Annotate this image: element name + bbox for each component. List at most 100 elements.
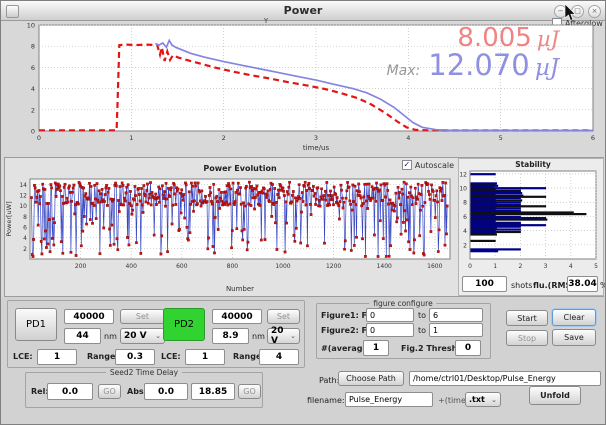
svg-text:10: 10: [19, 203, 27, 210]
rel-go-label: GO: [103, 387, 116, 396]
autoscale-checkbox[interactable]: ✓ Autoscale: [402, 160, 454, 170]
svg-text:200: 200: [75, 263, 87, 270]
path-input[interactable]: [409, 371, 601, 386]
figure2-to-label: to: [418, 326, 426, 335]
energy-readout: 8.005 µJ Max:12.070 µJ: [387, 25, 559, 80]
shots-label: shots: [511, 281, 532, 290]
svg-text:14: 14: [19, 182, 27, 189]
unfold-button[interactable]: Unfold: [529, 386, 581, 405]
pd2-range-input[interactable]: [259, 349, 299, 365]
checkbox-check-icon: ✓: [402, 160, 412, 170]
pd1-nm-label: nm: [104, 332, 117, 341]
pd1-wl-input[interactable]: [64, 328, 101, 344]
pd1-lce-input[interactable]: [37, 349, 77, 365]
figure1-from-input[interactable]: [366, 308, 414, 322]
svg-text:12: 12: [19, 193, 27, 200]
svg-text:12: 12: [459, 171, 467, 178]
abs-go-button[interactable]: GO: [238, 384, 261, 399]
abs-go-label: GO: [243, 387, 256, 396]
svg-text:6: 6: [463, 214, 467, 221]
svg-text:3: 3: [544, 263, 548, 270]
svg-text:8: 8: [463, 200, 467, 207]
svg-text:Power[uW]: Power[uW]: [5, 201, 13, 236]
pd2-lce-input[interactable]: [185, 349, 225, 365]
pd2-freq-input[interactable]: [212, 309, 262, 324]
pd2-button[interactable]: PD2: [163, 308, 205, 341]
max-label: Max:: [387, 63, 421, 79]
window-title: Power: [284, 4, 323, 17]
stability-chart-svg: Stability24681012012345: [457, 159, 606, 274]
path-label: Path:: [319, 376, 339, 385]
clear-button[interactable]: Clear: [552, 309, 596, 326]
pd2-voltage-dropdown[interactable]: 20 V ⌄: [267, 328, 300, 344]
save-button[interactable]: Save: [552, 329, 596, 346]
svg-text:6: 6: [23, 225, 27, 232]
choose-path-label: Choose Path: [346, 374, 396, 383]
abs-delay-input[interactable]: [144, 383, 188, 400]
pd1-button[interactable]: PD1: [15, 308, 57, 341]
svg-text:4: 4: [463, 228, 467, 235]
start-button[interactable]: Start: [506, 310, 548, 326]
stop-button[interactable]: Stop: [506, 330, 548, 346]
rel-go-button[interactable]: GO: [98, 384, 121, 399]
stop-label: Stop: [518, 334, 536, 343]
pd1-voltage-dropdown[interactable]: 20 V ⌄: [120, 328, 165, 344]
svg-text:600: 600: [176, 263, 188, 270]
power-evolution-svg: Power EvolutionPower[uW]Number2468101214…: [3, 159, 457, 297]
svg-text:4: 4: [23, 235, 27, 242]
svg-text:2: 2: [222, 134, 226, 142]
svg-text:1600: 1600: [427, 263, 442, 270]
svg-text:8: 8: [31, 43, 35, 51]
power-window: Power − □ × Afterglow Y02468100123456tim…: [0, 0, 606, 425]
svg-text:8: 8: [23, 214, 27, 221]
svg-text:800: 800: [227, 263, 239, 270]
extension-value: .txt: [469, 395, 485, 404]
figure1-to-input[interactable]: [429, 308, 483, 322]
pd1-range-input[interactable]: [115, 349, 155, 365]
svg-text:Y: Y: [263, 17, 269, 25]
shots-input[interactable]: [462, 276, 507, 292]
svg-text:Stability: Stability: [515, 160, 551, 169]
svg-text:time/us: time/us: [303, 144, 330, 152]
svg-text:2: 2: [518, 263, 522, 270]
svg-text:2: 2: [23, 246, 27, 253]
svg-text:10: 10: [459, 186, 467, 193]
average-input[interactable]: [363, 340, 389, 356]
extension-dropdown[interactable]: .txt ⌄: [465, 392, 501, 407]
pd2-set-button[interactable]: Set: [267, 309, 300, 324]
current-energy-unit: µJ: [537, 27, 559, 51]
clear-label: Clear: [564, 313, 585, 322]
svg-text:5: 5: [594, 263, 598, 270]
figure2-from-input[interactable]: [366, 323, 414, 337]
pd2-wl-input[interactable]: [212, 328, 249, 344]
svg-text:0: 0: [37, 134, 41, 142]
save-label: Save: [564, 333, 584, 342]
pd1-voltage-value: 20 V: [124, 331, 147, 341]
rel-label: Rel:: [31, 387, 49, 396]
svg-text:3: 3: [314, 134, 318, 142]
pd1-lce-label: LCE:: [13, 352, 33, 361]
abs-delay-readout[interactable]: [191, 383, 235, 400]
control-panel: PD1 Set nm 20 V ⌄ PD2 Set nm 20 V ⌄ LCE:…: [1, 297, 606, 425]
rel-delay-input[interactable]: [47, 383, 93, 400]
start-label: Start: [517, 314, 537, 323]
svg-text:4: 4: [31, 85, 35, 93]
rms-input[interactable]: [567, 276, 598, 292]
pd2-label: PD2: [174, 319, 194, 330]
pd1-freq-input[interactable]: [64, 309, 114, 324]
percent-label: %: [600, 281, 606, 290]
svg-text:1: 1: [129, 134, 133, 142]
filename-input[interactable]: [345, 392, 433, 407]
mouse-cursor: [564, 4, 578, 22]
choose-path-button[interactable]: Choose Path: [338, 371, 404, 386]
power-evolution-chart: Power EvolutionPower[uW]Number2468101214…: [3, 159, 457, 297]
svg-text:1: 1: [493, 263, 497, 270]
pd2-set-label: Set: [277, 312, 290, 321]
svg-text:Power Evolution: Power Evolution: [203, 164, 277, 173]
chevron-down-icon: ⌄: [155, 332, 161, 340]
fig2-threshold-input[interactable]: [455, 340, 481, 356]
svg-text:2: 2: [31, 106, 35, 114]
pd1-set-button[interactable]: Set: [120, 309, 165, 324]
svg-text:4: 4: [569, 263, 573, 270]
figure2-to-input[interactable]: [429, 323, 483, 337]
